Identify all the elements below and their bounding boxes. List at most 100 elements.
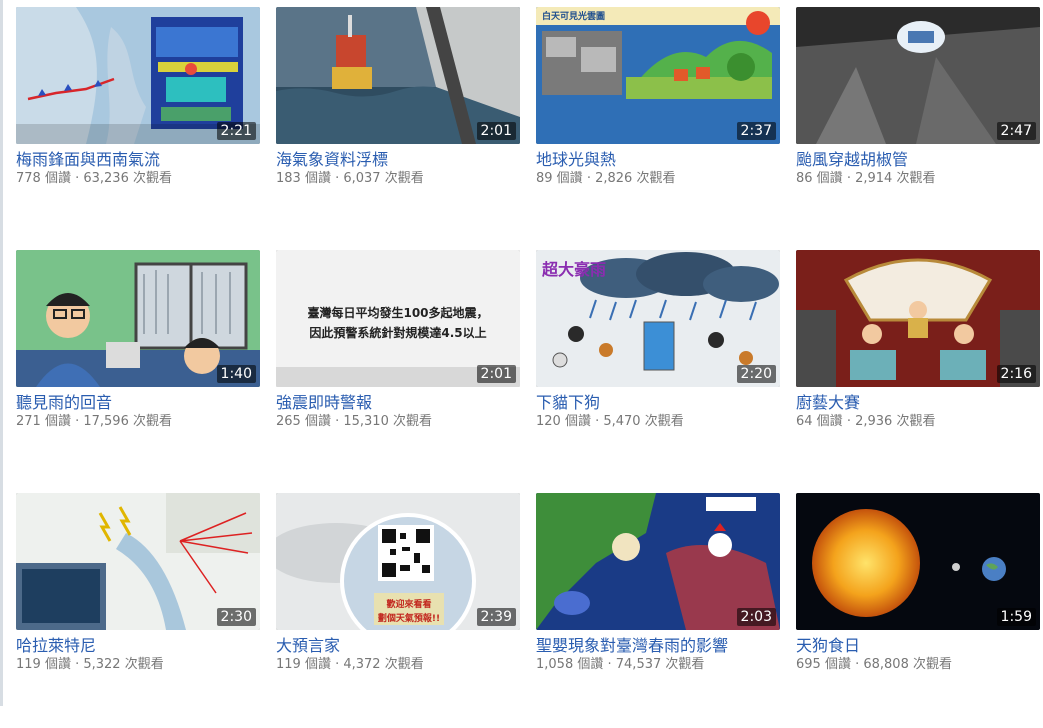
video-stats: 271 個讚 · 17,596 次觀看 xyxy=(16,413,260,431)
like-count: 778 個讚 xyxy=(16,171,71,186)
meta-separator: · xyxy=(582,171,596,186)
video-title[interactable]: 大預言家 xyxy=(276,636,520,656)
video-title[interactable]: 梅雨鋒面與西南氣流 xyxy=(16,150,260,170)
like-count: 183 個讚 xyxy=(276,171,331,186)
video-thumbnail[interactable]: 1:40 xyxy=(16,250,260,387)
view-count: 2,936 次觀看 xyxy=(855,414,936,429)
video-grid: 2:21 梅雨鋒面與西南氣流 778 個讚 · 63,236 次觀看 2:01 … xyxy=(16,7,1040,728)
video-title[interactable]: 廚藝大賽 xyxy=(796,393,1040,413)
video-stats: 89 個讚 · 2,826 次觀看 xyxy=(536,170,780,188)
like-count: 119 個讚 xyxy=(276,657,331,672)
video-duration: 2:16 xyxy=(996,365,1036,383)
like-count: 119 個讚 xyxy=(16,657,71,672)
video-duration: 2:01 xyxy=(476,122,516,140)
video-duration: 1:40 xyxy=(216,365,256,383)
like-count: 120 個讚 xyxy=(536,414,591,429)
video-thumbnail[interactable]: 2:30 xyxy=(16,493,260,630)
view-count: 2,914 次觀看 xyxy=(855,171,936,186)
view-count: 15,310 次觀看 xyxy=(343,414,432,429)
meta-separator: · xyxy=(842,414,856,429)
meta-separator: · xyxy=(590,414,604,429)
like-count: 86 個讚 xyxy=(796,171,843,186)
like-count: 1,058 個讚 xyxy=(536,657,604,672)
video-stats: 120 個讚 · 5,470 次觀看 xyxy=(536,413,780,431)
video-title[interactable]: 下貓下狗 xyxy=(536,393,780,413)
video-duration: 2:37 xyxy=(736,122,776,140)
video-card[interactable]: 超大豪雨 2:20 下貓下狗 120 個讚 · 5,470 次觀看 xyxy=(536,250,780,485)
video-stats: 1,058 個讚 · 74,537 次觀看 xyxy=(536,656,780,674)
view-count: 4,372 次觀看 xyxy=(343,657,424,672)
video-duration: 2:21 xyxy=(216,122,256,140)
video-card[interactable]: 臺灣每日平均發生100多起地震， 因此預警系統針對規模達4.5以上 2:01 強… xyxy=(276,250,520,485)
video-card[interactable]: 1:40 聽見雨的回音 271 個讚 · 17,596 次觀看 xyxy=(16,250,260,485)
thumbnail-caption-line-2: 劃個天氣預報!! xyxy=(377,614,441,624)
video-card[interactable]: 2:01 海氣象資料浮標 183 個讚 · 6,037 次觀看 xyxy=(276,7,520,242)
view-count: 74,537 次觀看 xyxy=(615,657,705,672)
meta-separator: · xyxy=(70,657,84,672)
video-card[interactable]: 2:30 哈拉萊特尼 119 個讚 · 5,322 次觀看 xyxy=(16,493,260,728)
video-title[interactable]: 聖嬰現象對臺灣春雨的影響 xyxy=(536,636,780,656)
meta-separator: · xyxy=(842,171,856,186)
video-thumbnail[interactable]: 2:03 xyxy=(536,493,780,630)
thumbnail-caption: 超大豪雨 xyxy=(542,260,607,279)
video-card[interactable]: 白天可見光雲圖 2:37 地球光與熱 89 個讚 · 2,826 次觀看 xyxy=(536,7,780,242)
video-title[interactable]: 地球光與熱 xyxy=(536,150,780,170)
video-title[interactable]: 聽見雨的回音 xyxy=(16,393,260,413)
video-thumbnail[interactable]: 2:16 xyxy=(796,250,1040,387)
video-stats: 86 個讚 · 2,914 次觀看 xyxy=(796,170,1040,188)
video-title[interactable]: 哈拉萊特尼 xyxy=(16,636,260,656)
view-count: 6,037 次觀看 xyxy=(343,171,424,186)
video-duration: 2:47 xyxy=(996,122,1036,140)
video-title[interactable]: 颱風穿越胡椒管 xyxy=(796,150,1040,170)
view-count: 5,322 次觀看 xyxy=(83,657,164,672)
thumbnail-caption: 白天可見光雲圖 xyxy=(542,12,606,22)
video-thumbnail[interactable]: 超大豪雨 2:20 xyxy=(536,250,780,387)
video-thumbnail[interactable]: 2:21 xyxy=(16,7,260,144)
video-stats: 695 個讚 · 68,808 次觀看 xyxy=(796,656,1040,674)
meta-separator: · xyxy=(330,414,344,429)
video-duration: 2:01 xyxy=(476,365,516,383)
video-title[interactable]: 強震即時警報 xyxy=(276,393,520,413)
video-card[interactable]: 歡迎來看看 劃個天氣預報!! 2:39 大預言家 119 個讚 · 4,372 … xyxy=(276,493,520,728)
meta-separator: · xyxy=(70,171,84,186)
meta-separator: · xyxy=(603,657,616,672)
video-duration: 1:59 xyxy=(996,608,1036,626)
video-card[interactable]: 2:16 廚藝大賽 64 個讚 · 2,936 次觀看 xyxy=(796,250,1040,485)
video-stats: 183 個讚 · 6,037 次觀看 xyxy=(276,170,520,188)
thumbnail-caption-line-1: 歡迎來看看 xyxy=(386,600,432,610)
view-count: 5,470 次觀看 xyxy=(603,414,684,429)
meta-separator: · xyxy=(330,171,344,186)
video-title[interactable]: 海氣象資料浮標 xyxy=(276,150,520,170)
meta-separator: · xyxy=(330,657,344,672)
meta-separator: · xyxy=(70,414,84,429)
video-duration: 2:20 xyxy=(736,365,776,383)
video-thumbnail[interactable]: 白天可見光雲圖 2:37 xyxy=(536,7,780,144)
video-duration: 2:03 xyxy=(736,608,776,626)
thumbnail-caption-line-2: 因此預警系統針對規模達4.5以上 xyxy=(309,326,487,340)
video-duration: 2:30 xyxy=(216,608,256,626)
like-count: 265 個讚 xyxy=(276,414,331,429)
video-card[interactable]: 2:03 聖嬰現象對臺灣春雨的影響 1,058 個讚 · 74,537 次觀看 xyxy=(536,493,780,728)
video-stats: 778 個讚 · 63,236 次觀看 xyxy=(16,170,260,188)
video-thumbnail[interactable]: 2:01 xyxy=(276,7,520,144)
video-thumbnail[interactable]: 2:47 xyxy=(796,7,1040,144)
video-thumbnail[interactable]: 臺灣每日平均發生100多起地震， 因此預警系統針對規模達4.5以上 2:01 xyxy=(276,250,520,387)
view-count: 63,236 次觀看 xyxy=(83,171,172,186)
like-count: 271 個讚 xyxy=(16,414,71,429)
video-thumbnail[interactable]: 歡迎來看看 劃個天氣預報!! 2:39 xyxy=(276,493,520,630)
video-title[interactable]: 天狗食日 xyxy=(796,636,1040,656)
video-card[interactable]: 1:59 天狗食日 695 個讚 · 68,808 次觀看 xyxy=(796,493,1040,728)
video-stats: 119 個讚 · 5,322 次觀看 xyxy=(16,656,260,674)
like-count: 64 個讚 xyxy=(796,414,843,429)
view-count: 17,596 次觀看 xyxy=(83,414,172,429)
video-stats: 265 個讚 · 15,310 次觀看 xyxy=(276,413,520,431)
video-card[interactable]: 2:47 颱風穿越胡椒管 86 個讚 · 2,914 次觀看 xyxy=(796,7,1040,242)
meta-separator: · xyxy=(850,657,864,672)
view-count: 2,826 次觀看 xyxy=(595,171,676,186)
thumbnail-caption-line-1: 臺灣每日平均發生100多起地震， xyxy=(307,306,489,320)
video-card[interactable]: 2:21 梅雨鋒面與西南氣流 778 個讚 · 63,236 次觀看 xyxy=(16,7,260,242)
view-count: 68,808 次觀看 xyxy=(863,657,952,672)
video-stats: 119 個讚 · 4,372 次觀看 xyxy=(276,656,520,674)
video-thumbnail[interactable]: 1:59 xyxy=(796,493,1040,630)
like-count: 89 個讚 xyxy=(536,171,583,186)
